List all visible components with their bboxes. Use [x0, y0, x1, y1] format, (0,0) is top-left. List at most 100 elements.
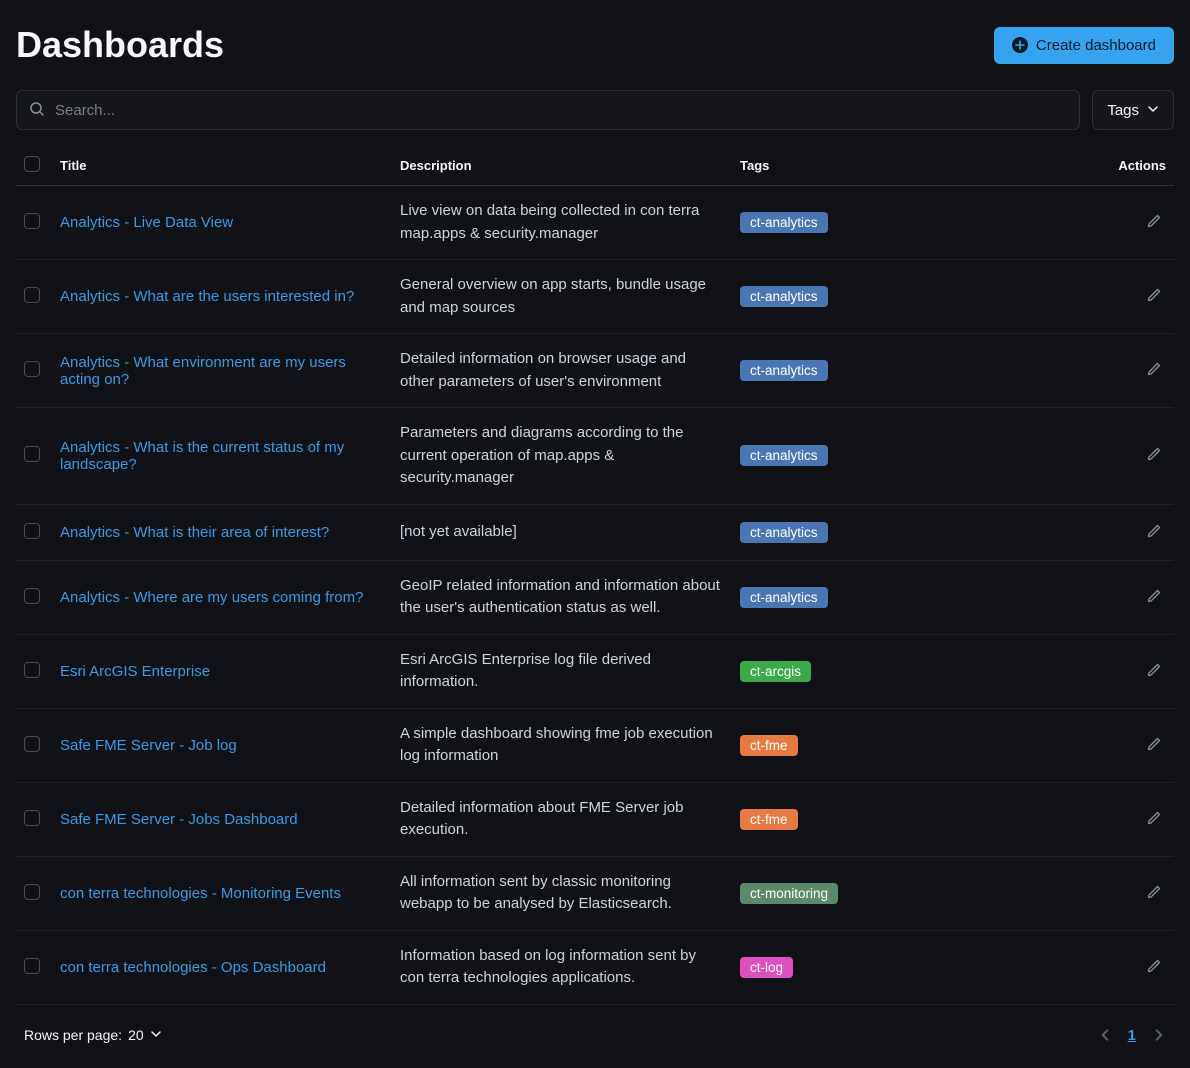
pencil-icon	[1146, 814, 1162, 829]
plus-circle-icon	[1012, 37, 1028, 53]
dashboard-title-link[interactable]: Analytics - Live Data View	[60, 214, 233, 231]
dashboard-title-link[interactable]: Analytics - What are the users intereste…	[60, 288, 354, 305]
pencil-icon	[1146, 592, 1162, 607]
pencil-icon	[1146, 527, 1162, 542]
row-checkbox[interactable]	[24, 446, 40, 462]
dashboard-description: GeoIP related information and informatio…	[400, 577, 720, 617]
chevron-down-icon	[150, 1027, 162, 1043]
dashboard-title-link[interactable]: Safe FME Server - Jobs Dashboard	[60, 811, 298, 828]
pencil-icon	[1146, 962, 1162, 977]
pencil-icon	[1146, 217, 1162, 232]
column-header-tags[interactable]: Tags	[732, 146, 1012, 186]
edit-button[interactable]	[1142, 584, 1166, 611]
dashboard-title-link[interactable]: con terra technologies - Monitoring Even…	[60, 885, 341, 902]
pencil-icon	[1146, 666, 1162, 681]
row-checkbox[interactable]	[24, 662, 40, 678]
dashboard-description: Detailed information about FME Server jo…	[400, 799, 683, 839]
dashboard-description: Information based on log information sen…	[400, 947, 696, 987]
dashboards-table: Title Description Tags Actions Analytics…	[16, 146, 1174, 1005]
pencil-icon	[1146, 291, 1162, 306]
edit-button[interactable]	[1142, 806, 1166, 833]
edit-button[interactable]	[1142, 658, 1166, 685]
pencil-icon	[1146, 888, 1162, 903]
page-title: Dashboards	[16, 24, 224, 66]
dashboard-description: Detailed information on browser usage an…	[400, 350, 686, 390]
create-dashboard-button[interactable]: Create dashboard	[994, 27, 1174, 64]
search-icon	[29, 101, 45, 120]
dashboard-title-link[interactable]: Esri ArcGIS Enterprise	[60, 663, 210, 680]
tag-badge[interactable]: ct-fme	[740, 735, 798, 756]
search-field-wrap[interactable]	[16, 90, 1080, 130]
row-checkbox[interactable]	[24, 523, 40, 539]
tag-badge[interactable]: ct-analytics	[740, 360, 828, 381]
dashboard-description: Parameters and diagrams according to the…	[400, 424, 683, 486]
row-checkbox[interactable]	[24, 810, 40, 826]
column-header-description[interactable]: Description	[392, 146, 732, 186]
chevron-down-icon	[1147, 102, 1159, 119]
dashboard-description: A simple dashboard showing fme job execu…	[400, 725, 713, 765]
pagination: 1	[1098, 1027, 1166, 1044]
tag-badge[interactable]: ct-analytics	[740, 286, 828, 307]
rows-per-page-selector[interactable]: Rows per page: 20	[24, 1027, 162, 1043]
tag-badge[interactable]: ct-monitoring	[740, 883, 838, 904]
dashboard-title-link[interactable]: Analytics - What environment are my user…	[60, 354, 346, 388]
dashboard-description: General overview on app starts, bundle u…	[400, 276, 706, 316]
pencil-icon	[1146, 740, 1162, 755]
edit-button[interactable]	[1142, 283, 1166, 310]
column-header-title[interactable]: Title	[52, 146, 392, 186]
prev-page-button[interactable]	[1098, 1028, 1112, 1042]
table-row: Analytics - What is their area of intere…	[16, 504, 1174, 560]
edit-button[interactable]	[1142, 357, 1166, 384]
row-checkbox[interactable]	[24, 958, 40, 974]
row-checkbox[interactable]	[24, 361, 40, 377]
row-checkbox[interactable]	[24, 588, 40, 604]
dashboard-description: All information sent by classic monitori…	[400, 873, 672, 913]
edit-button[interactable]	[1142, 880, 1166, 907]
dashboard-title-link[interactable]: Safe FME Server - Job log	[60, 737, 237, 754]
table-row: Safe FME Server - Job log A simple dashbo…	[16, 708, 1174, 782]
table-row: con terra technologies - Ops Dashboard In…	[16, 930, 1174, 1004]
dashboard-description: [not yet available]	[400, 523, 517, 540]
dashboard-description: Esri ArcGIS Enterprise log file derived …	[400, 651, 651, 691]
table-row: Analytics - Live Data View Live view on d…	[16, 186, 1174, 260]
next-page-button[interactable]	[1152, 1028, 1166, 1042]
row-checkbox[interactable]	[24, 213, 40, 229]
dashboard-title-link[interactable]: Analytics - What is the current status o…	[60, 439, 344, 473]
pencil-icon	[1146, 450, 1162, 465]
tag-badge[interactable]: ct-analytics	[740, 587, 828, 608]
table-row: con terra technologies - Monitoring Even…	[16, 856, 1174, 930]
table-row: Analytics - What are the users intereste…	[16, 260, 1174, 334]
row-checkbox[interactable]	[24, 884, 40, 900]
dashboard-title-link[interactable]: Analytics - Where are my users coming fr…	[60, 589, 363, 606]
table-row: Analytics - What is the current status o…	[16, 408, 1174, 505]
edit-button[interactable]	[1142, 442, 1166, 469]
edit-button[interactable]	[1142, 732, 1166, 759]
tag-badge[interactable]: ct-analytics	[740, 445, 828, 466]
edit-button[interactable]	[1142, 209, 1166, 236]
tags-filter-label: Tags	[1107, 102, 1139, 119]
tag-badge[interactable]: ct-fme	[740, 809, 798, 830]
search-input[interactable]	[55, 102, 1067, 119]
tag-badge[interactable]: ct-analytics	[740, 522, 828, 543]
row-checkbox[interactable]	[24, 736, 40, 752]
table-row: Analytics - What environment are my user…	[16, 334, 1174, 408]
dashboard-title-link[interactable]: con terra technologies - Ops Dashboard	[60, 959, 326, 976]
edit-button[interactable]	[1142, 954, 1166, 981]
table-row: Analytics - Where are my users coming fr…	[16, 560, 1174, 634]
dashboard-description: Live view on data being collected in con…	[400, 202, 699, 242]
table-row: Safe FME Server - Jobs Dashboard Detailed…	[16, 782, 1174, 856]
create-dashboard-label: Create dashboard	[1036, 37, 1156, 54]
dashboard-title-link[interactable]: Analytics - What is their area of intere…	[60, 524, 329, 541]
rows-per-page-value: 20	[128, 1027, 144, 1043]
column-header-actions: Actions	[1012, 146, 1174, 186]
pencil-icon	[1146, 365, 1162, 380]
page-number-current[interactable]: 1	[1128, 1027, 1136, 1044]
row-checkbox[interactable]	[24, 287, 40, 303]
edit-button[interactable]	[1142, 519, 1166, 546]
tag-badge[interactable]: ct-analytics	[740, 212, 828, 233]
tag-badge[interactable]: ct-arcgis	[740, 661, 811, 682]
select-all-checkbox[interactable]	[24, 156, 40, 172]
tag-badge[interactable]: ct-log	[740, 957, 793, 978]
tags-filter-button[interactable]: Tags	[1092, 90, 1174, 130]
rows-per-page-label: Rows per page:	[24, 1027, 122, 1043]
